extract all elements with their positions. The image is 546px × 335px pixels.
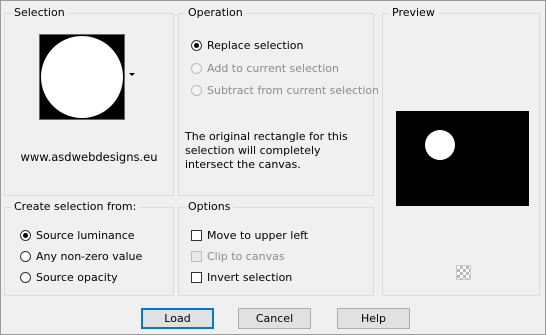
checkbox-move-to-upper-left[interactable]: Move to upper left	[191, 227, 308, 243]
checkbox-label: Invert selection	[207, 270, 293, 284]
operation-group-title: Operation	[185, 6, 246, 20]
create-selection-from-title: Create selection from:	[11, 200, 140, 214]
radio-button[interactable]	[20, 229, 31, 241]
selection-group: Selection www.asdwebdesigns.eu	[4, 6, 174, 196]
radio-any-non-zero-value[interactable]: Any non-zero value	[20, 248, 142, 264]
preview-group-title: Preview	[389, 6, 438, 20]
transparency-toggle-icon[interactable]	[456, 265, 471, 280]
cancel-button[interactable]: Cancel	[238, 308, 311, 329]
checkbox-invert-selection[interactable]: Invert selection	[191, 269, 292, 285]
checkbox[interactable]	[191, 250, 202, 262]
radio-source-opacity[interactable]: Source opacity	[20, 269, 118, 285]
radio-label: Any non-zero value	[36, 249, 143, 263]
radio-button[interactable]	[191, 39, 202, 51]
radio-label: Source luminance	[36, 228, 135, 242]
checkbox-clip-to-canvas[interactable]: Clip to canvas	[191, 248, 285, 264]
checkbox-label: Clip to canvas	[207, 249, 285, 263]
options-group: Options Move to upper left Clip to canva…	[178, 200, 374, 296]
radio-replace-selection[interactable]: Replace selection	[191, 37, 303, 53]
selection-thumbnail-image	[41, 36, 123, 118]
radio-label: Add to current selection	[207, 61, 339, 75]
thumbnail-dropdown-arrow-icon[interactable]	[129, 73, 135, 76]
radio-label: Replace selection	[207, 38, 304, 52]
radio-source-luminance[interactable]: Source luminance	[20, 227, 135, 243]
preview-image	[425, 130, 455, 160]
watermark-text: www.asdwebdesigns.eu	[20, 150, 158, 164]
create-selection-from-group: Create selection from: Source luminance …	[4, 200, 174, 296]
radio-button[interactable]	[20, 271, 31, 283]
selection-group-title: Selection	[11, 6, 68, 20]
radio-label: Subtract from current selection	[207, 83, 380, 97]
load-button[interactable]: Load	[141, 308, 214, 329]
operation-group: Operation Replace selection Add to curre…	[178, 6, 379, 196]
selection-thumbnail[interactable]	[39, 34, 125, 120]
checkbox[interactable]	[191, 229, 202, 241]
operation-description: The original rectangle for this selectio…	[185, 130, 348, 171]
preview-group: Preview	[382, 6, 540, 296]
checkbox-label: Move to upper left	[207, 228, 309, 242]
radio-button[interactable]	[191, 62, 202, 74]
options-group-title: Options	[185, 200, 234, 214]
radio-button[interactable]	[20, 250, 31, 262]
checkbox[interactable]	[191, 271, 202, 283]
radio-label: Source opacity	[36, 270, 118, 284]
radio-add-to-selection[interactable]: Add to current selection	[191, 60, 339, 76]
radio-button[interactable]	[191, 84, 202, 96]
preview-canvas	[396, 111, 529, 206]
radio-subtract-from-selection[interactable]: Subtract from current selection	[191, 82, 379, 98]
help-button[interactable]: Help	[337, 308, 410, 329]
